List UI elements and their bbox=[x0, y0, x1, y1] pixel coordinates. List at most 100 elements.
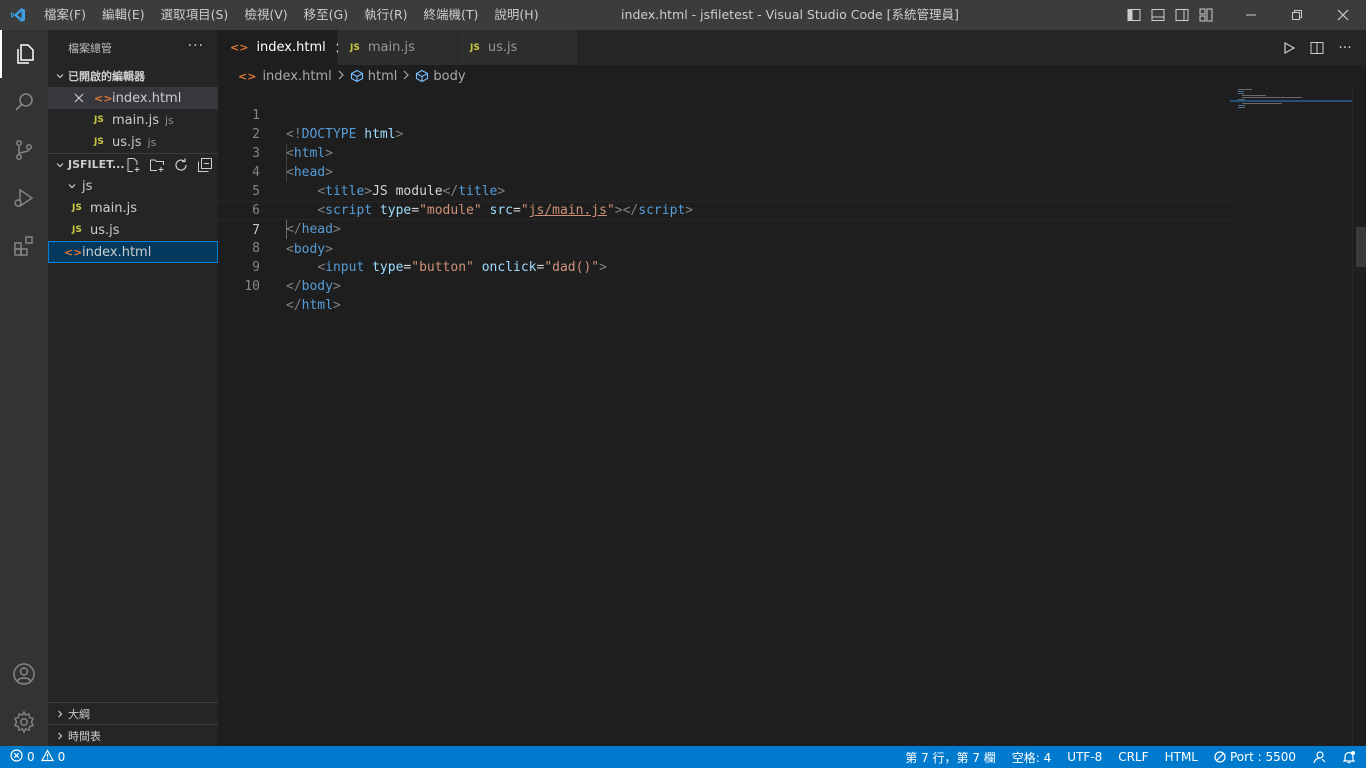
js-file-icon: JS bbox=[72, 203, 82, 213]
open-editor-item-us-js[interactable]: JS us.js js bbox=[48, 131, 218, 153]
open-editor-label: us.js bbox=[112, 134, 142, 150]
tree-file-us-js[interactable]: JS us.js bbox=[48, 219, 218, 241]
search-icon[interactable] bbox=[0, 78, 48, 126]
close-window-icon[interactable] bbox=[1320, 0, 1366, 30]
minimap[interactable] bbox=[1230, 87, 1352, 746]
port-label: Port : 5500 bbox=[1230, 750, 1296, 764]
menu-edit[interactable]: 編輯(E) bbox=[94, 0, 153, 30]
more-actions-icon[interactable]: ··· bbox=[188, 38, 204, 54]
open-editor-label: main.js bbox=[112, 112, 159, 128]
tab-index-html[interactable]: <> index.html bbox=[218, 30, 346, 65]
error-count: 0 bbox=[27, 750, 35, 764]
tree-file-label: us.js bbox=[90, 222, 120, 238]
accounts-icon[interactable] bbox=[0, 650, 48, 698]
problems-indicator[interactable]: 0 0 bbox=[10, 746, 65, 768]
breadcrumb-item-body[interactable]: body bbox=[433, 69, 465, 84]
code-line: 8 <input type="button" onclick="dad()"> bbox=[218, 220, 1230, 275]
open-editor-item-main-js[interactable]: JS main.js js bbox=[48, 109, 218, 131]
menu-run[interactable]: 執行(R) bbox=[356, 0, 415, 30]
open-editor-item-index-html[interactable]: <> index.html bbox=[48, 87, 218, 109]
html-file-icon: <> bbox=[64, 245, 83, 259]
timeline-section-header[interactable]: 時間表 bbox=[48, 724, 218, 746]
editor-actions: ··· bbox=[1278, 30, 1366, 65]
notifications-bell-icon[interactable] bbox=[1342, 750, 1356, 764]
live-server-port[interactable]: Port : 5500 bbox=[1214, 750, 1296, 764]
collapse-all-icon[interactable] bbox=[196, 156, 214, 174]
toggle-secondary-sidebar-icon[interactable] bbox=[1172, 0, 1192, 30]
code-line: 2 <html> bbox=[218, 106, 1230, 161]
refresh-icon[interactable] bbox=[172, 156, 190, 174]
restore-icon[interactable] bbox=[1274, 0, 1320, 30]
customize-layout-icon[interactable] bbox=[1196, 0, 1216, 30]
run-and-debug-icon[interactable] bbox=[0, 174, 48, 222]
tree-file-main-js[interactable]: JS main.js bbox=[48, 197, 218, 219]
open-editor-label: index.html bbox=[112, 90, 182, 106]
open-editor-description: js bbox=[147, 135, 157, 149]
breadcrumb: <> index.html html body bbox=[218, 65, 1366, 87]
toggle-primary-sidebar-icon[interactable] bbox=[1124, 0, 1144, 30]
breadcrumb-item-html[interactable]: html bbox=[368, 69, 398, 84]
code-line: 6 </head> bbox=[218, 182, 1230, 237]
warning-count: 0 bbox=[57, 750, 66, 764]
explorer-sidebar: 檔案總管 ··· 已開啟的編輯器 <> index.html JS main.j… bbox=[48, 30, 218, 746]
code-line-current: 7 <body> bbox=[218, 201, 1230, 257]
menu-terminal[interactable]: 終端機(T) bbox=[416, 0, 487, 30]
outline-section-header[interactable]: 大綱 bbox=[48, 702, 218, 724]
status-bar: 0 0 第 7 行，第 7 欄 空格: 4 UTF-8 CRLF HTML Po… bbox=[0, 746, 1366, 768]
sidebar-title: 檔案總管 ··· bbox=[48, 30, 218, 65]
title-bar: 檔案(F) 編輯(E) 選取項目(S) 檢視(V) 移至(G) 執行(R) 終端… bbox=[0, 0, 1366, 30]
code-line: 5 <script type="module" src="js/main.js"… bbox=[218, 163, 1230, 218]
vscode-logo-icon bbox=[0, 0, 36, 30]
menu-help[interactable]: 說明(H) bbox=[486, 0, 546, 30]
chevron-down-icon bbox=[52, 160, 68, 170]
language-mode[interactable]: HTML bbox=[1165, 750, 1198, 764]
tree-file-index-html[interactable]: <> index.html bbox=[48, 241, 218, 263]
more-actions-icon[interactable]: ··· bbox=[1334, 37, 1356, 59]
tab-main-js[interactable]: JS main.js bbox=[338, 30, 458, 65]
status-right: 第 7 行，第 7 欄 空格: 4 UTF-8 CRLF HTML Port :… bbox=[889, 746, 1356, 768]
toggle-panel-icon[interactable] bbox=[1148, 0, 1168, 30]
menu-file[interactable]: 檔案(F) bbox=[36, 0, 94, 30]
activity-bar bbox=[0, 30, 48, 746]
end-of-line[interactable]: CRLF bbox=[1118, 750, 1148, 764]
run-icon[interactable] bbox=[1278, 37, 1300, 59]
tree-file-label: main.js bbox=[90, 200, 137, 216]
scrollbar-thumb[interactable] bbox=[1356, 227, 1366, 267]
tree-folder-js[interactable]: js bbox=[48, 175, 218, 197]
feedback-icon[interactable] bbox=[1312, 750, 1326, 764]
manage-gear-icon[interactable] bbox=[0, 698, 48, 746]
code-line: 9 </body> bbox=[218, 239, 1230, 294]
tree-folder-label: js bbox=[82, 178, 93, 194]
breadcrumb-item-file[interactable]: index.html bbox=[262, 69, 331, 84]
new-folder-icon[interactable] bbox=[148, 156, 166, 174]
js-file-icon: JS bbox=[350, 42, 360, 53]
menu-view[interactable]: 檢視(V) bbox=[236, 0, 295, 30]
explorer-icon[interactable] bbox=[0, 30, 48, 78]
close-editor-icon[interactable] bbox=[74, 93, 94, 103]
split-editor-icon[interactable] bbox=[1306, 37, 1328, 59]
encoding[interactable]: UTF-8 bbox=[1067, 750, 1102, 764]
new-file-icon[interactable] bbox=[124, 156, 142, 174]
error-icon bbox=[10, 749, 23, 765]
html-file-icon: <> bbox=[238, 69, 257, 83]
cursor-position[interactable]: 第 7 行，第 7 欄 bbox=[905, 749, 996, 766]
extensions-icon[interactable] bbox=[0, 222, 48, 270]
code-editor[interactable]: 1 <!DOCTYPE html> 2 <html> 3 <head> 4 <t… bbox=[218, 87, 1230, 746]
html-file-icon: <> bbox=[230, 41, 249, 54]
tab-label: index.html bbox=[256, 40, 326, 55]
menu-selection[interactable]: 選取項目(S) bbox=[153, 0, 237, 30]
source-control-icon[interactable] bbox=[0, 126, 48, 174]
js-file-icon: JS bbox=[470, 42, 480, 53]
timeline-label: 時間表 bbox=[68, 729, 101, 743]
menu-go[interactable]: 移至(G) bbox=[296, 0, 356, 30]
minimize-icon[interactable] bbox=[1228, 0, 1274, 30]
open-editors-header[interactable]: 已開啟的編輯器 bbox=[48, 65, 218, 87]
tab-us-js[interactable]: JS us.js bbox=[458, 30, 578, 65]
vertical-scrollbar[interactable] bbox=[1352, 87, 1366, 746]
warning-icon bbox=[40, 749, 54, 765]
window-title: index.html - jsfiletest - Visual Studio … bbox=[621, 7, 959, 22]
tree-file-label: index.html bbox=[82, 244, 152, 260]
code-line: 3 <head> bbox=[218, 125, 1230, 180]
indentation[interactable]: 空格: 4 bbox=[1012, 749, 1052, 766]
folder-header[interactable]: JSFILET... bbox=[48, 153, 218, 175]
